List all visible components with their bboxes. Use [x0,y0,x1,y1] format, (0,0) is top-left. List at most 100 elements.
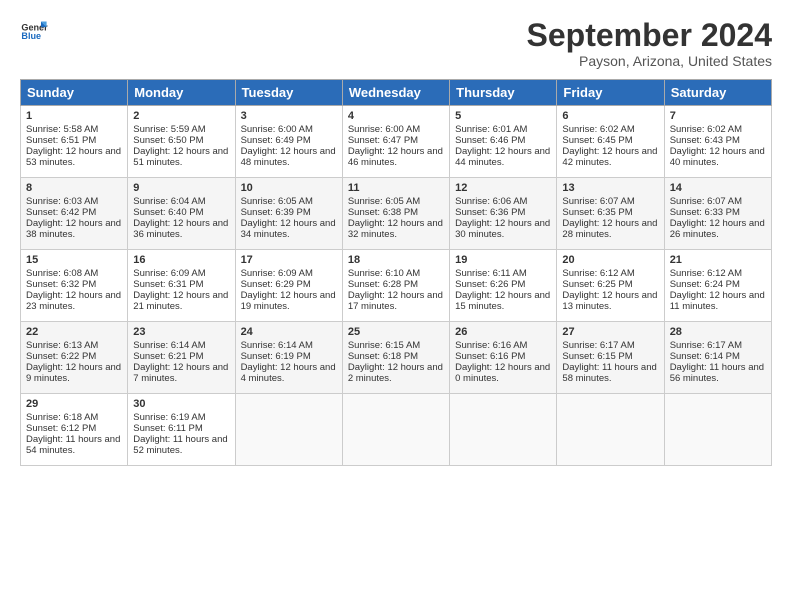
sunset-label: Sunset: 6:35 PM [562,207,632,218]
sunset-label: Sunset: 6:42 PM [26,207,96,218]
calendar-cell: 11Sunrise: 6:05 AMSunset: 6:38 PMDayligh… [342,178,449,250]
sunrise-label: Sunrise: 5:59 AM [133,124,205,135]
calendar-cell: 28Sunrise: 6:17 AMSunset: 6:14 PMDayligh… [664,322,771,394]
col-tuesday: Tuesday [235,80,342,106]
day-number: 17 [241,254,337,266]
sunrise-label: Sunrise: 6:06 AM [455,196,527,207]
sunrise-label: Sunrise: 6:05 AM [241,196,313,207]
day-number: 15 [26,254,122,266]
calendar-cell: 17 Sunrise: 6:09 AMSunset: 6:29 PMDayligh… [235,250,342,322]
day-number: 23 [133,326,229,338]
day-number: 24 [241,326,337,338]
calendar-cell: 9Sunrise: 6:04 AMSunset: 6:40 PMDaylight… [128,178,235,250]
sunrise-label: Sunrise: 6:14 AM [241,340,313,351]
logo-icon: General Blue [20,18,48,46]
sunrise-label: Sunrise: 6:13 AM [26,340,98,351]
sunrise-label: Sunrise: 6:00 AM [241,124,313,135]
main-title: September 2024 [527,18,772,53]
daylight-label: Daylight: 12 hours and 38 minutes. [26,218,121,240]
daylight-label: Daylight: 12 hours and 0 minutes. [455,362,550,384]
sunset-label: Sunset: 6:51 PM [26,135,96,146]
sunset-label: Sunset: 6:31 PM [133,279,203,290]
day-number: 5 [455,110,551,122]
sunset-label: Sunset: 6:49 PM [241,135,311,146]
table-row: 15Sunrise: 6:08 AMSunset: 6:32 PMDayligh… [21,250,772,322]
table-row: 29Sunrise: 6:18 AMSunset: 6:12 PMDayligh… [21,394,772,466]
sunrise-label: Sunrise: 6:12 AM [562,268,634,279]
header: General Blue September 2024 Payson, Ariz… [20,18,772,69]
logo: General Blue [20,18,48,46]
day-number: 3 [241,110,337,122]
sunrise-label: Sunrise: 6:17 AM [562,340,634,351]
sunset-label: Sunset: 6:19 PM [241,351,311,362]
day-number: 12 [455,182,551,194]
daylight-label: Daylight: 12 hours and 42 minutes. [562,146,657,168]
calendar-cell: 15Sunrise: 6:08 AMSunset: 6:32 PMDayligh… [21,250,128,322]
daylight-label: Daylight: 12 hours and 28 minutes. [562,218,657,240]
calendar-cell: 7Sunrise: 6:02 AMSunset: 6:43 PMDaylight… [664,106,771,178]
daylight-label: Daylight: 12 hours and 32 minutes. [348,218,443,240]
daylight-label: Daylight: 12 hours and 9 minutes. [26,362,121,384]
sunrise-label: Sunrise: 6:07 AM [670,196,742,207]
sunset-label: Sunset: 6:24 PM [670,279,740,290]
daylight-label: Daylight: 12 hours and 23 minutes. [26,290,121,312]
sunset-label: Sunset: 6:18 PM [348,351,418,362]
sunrise-label: Sunrise: 6:03 AM [26,196,98,207]
sunrise-label: Sunrise: 6:09 AM [241,268,313,279]
sunset-label: Sunset: 6:21 PM [133,351,203,362]
day-number: 14 [670,182,766,194]
day-number: 18 [348,254,444,266]
sunset-label: Sunset: 6:22 PM [26,351,96,362]
col-thursday: Thursday [450,80,557,106]
sunrise-label: Sunrise: 6:11 AM [455,268,527,279]
sunset-label: Sunset: 6:16 PM [455,351,525,362]
table-row: 8Sunrise: 6:03 AMSunset: 6:42 PMDaylight… [21,178,772,250]
calendar-table: Sunday Monday Tuesday Wednesday Thursday… [20,79,772,466]
daylight-label: Daylight: 12 hours and 19 minutes. [241,290,336,312]
calendar-cell: 1Sunrise: 5:58 AMSunset: 6:51 PMDaylight… [21,106,128,178]
sunset-label: Sunset: 6:43 PM [670,135,740,146]
calendar-cell: 27Sunrise: 6:17 AMSunset: 6:15 PMDayligh… [557,322,664,394]
calendar-cell: 16Sunrise: 6:09 AMSunset: 6:31 PMDayligh… [128,250,235,322]
sunset-label: Sunset: 6:32 PM [26,279,96,290]
calendar-cell: 14Sunrise: 6:07 AMSunset: 6:33 PMDayligh… [664,178,771,250]
calendar-cell: 22 Sunrise: 6:13 AMSunset: 6:22 PMDayligh… [21,322,128,394]
sunrise-label: Sunrise: 6:16 AM [455,340,527,351]
sunset-label: Sunset: 6:12 PM [26,423,96,434]
daylight-label: Daylight: 12 hours and 34 minutes. [241,218,336,240]
sunrise-label: Sunrise: 5:58 AM [26,124,98,135]
sunrise-label: Sunrise: 6:00 AM [348,124,420,135]
daylight-label: Daylight: 12 hours and 4 minutes. [241,362,336,384]
calendar-cell: 3Sunrise: 6:00 AMSunset: 6:49 PMDaylight… [235,106,342,178]
sunset-label: Sunset: 6:33 PM [670,207,740,218]
table-row: 1Sunrise: 5:58 AMSunset: 6:51 PMDaylight… [21,106,772,178]
col-saturday: Saturday [664,80,771,106]
daylight-label: Daylight: 12 hours and 30 minutes. [455,218,550,240]
day-number: 13 [562,182,658,194]
day-number: 4 [348,110,444,122]
daylight-label: Daylight: 12 hours and 40 minutes. [670,146,765,168]
sunset-label: Sunset: 6:29 PM [241,279,311,290]
sunrise-label: Sunrise: 6:19 AM [133,412,205,423]
calendar-cell: 18Sunrise: 6:10 AMSunset: 6:28 PMDayligh… [342,250,449,322]
sunset-label: Sunset: 6:26 PM [455,279,525,290]
day-number: 6 [562,110,658,122]
calendar-cell: 12Sunrise: 6:06 AMSunset: 6:36 PMDayligh… [450,178,557,250]
daylight-label: Daylight: 12 hours and 11 minutes. [670,290,765,312]
calendar-cell: 13Sunrise: 6:07 AMSunset: 6:35 PMDayligh… [557,178,664,250]
day-number: 11 [348,182,444,194]
calendar-cell: 19Sunrise: 6:11 AMSunset: 6:26 PMDayligh… [450,250,557,322]
daylight-label: Daylight: 11 hours and 56 minutes. [670,362,764,384]
daylight-label: Daylight: 12 hours and 44 minutes. [455,146,550,168]
day-number: 22 [26,326,122,338]
day-number: 8 [26,182,122,194]
sunrise-label: Sunrise: 6:04 AM [133,196,205,207]
title-block: September 2024 Payson, Arizona, United S… [527,18,772,69]
daylight-label: Daylight: 12 hours and 51 minutes. [133,146,228,168]
calendar-cell: 2Sunrise: 5:59 AMSunset: 6:50 PMDaylight… [128,106,235,178]
sunrise-label: Sunrise: 6:14 AM [133,340,205,351]
table-row: 22Sunrise: 6:13 AMSunset: 6:22 PMDayligh… [21,322,772,394]
daylight-label: Daylight: 12 hours and 13 minutes. [562,290,657,312]
calendar-cell: 4Sunrise: 6:00 AMSunset: 6:47 PMDaylight… [342,106,449,178]
day-number: 20 [562,254,658,266]
